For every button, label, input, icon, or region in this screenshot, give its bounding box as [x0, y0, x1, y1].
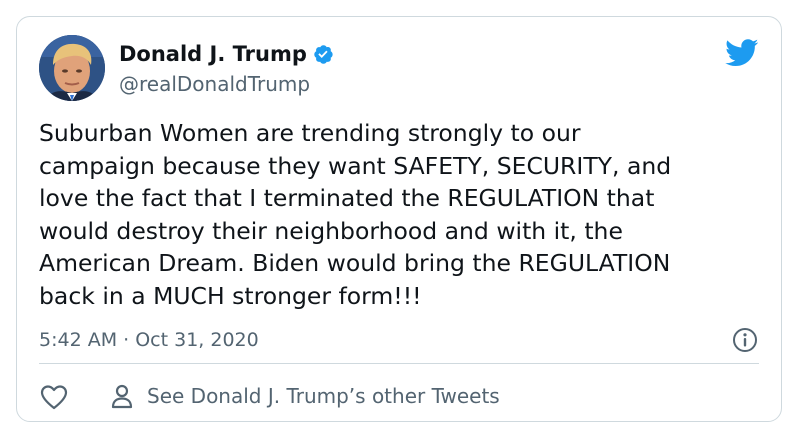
author-handle[interactable]: @realDonaldTrump	[119, 71, 334, 97]
heart-icon[interactable]	[39, 383, 69, 411]
see-other-tweets-link[interactable]: See Donald J. Trump’s other Tweets	[109, 379, 500, 413]
author-name-row: Donald J. Trump	[119, 41, 334, 67]
divider	[39, 363, 759, 364]
person-icon	[109, 382, 135, 410]
twitter-bird-icon[interactable]	[725, 39, 759, 67]
tweet-card: Donald J. Trump @realDonaldTrump Suburba…	[16, 16, 782, 422]
tweet-timestamp[interactable]: 5:42 AM · Oct 31, 2020	[39, 327, 259, 353]
verified-badge-icon	[312, 43, 334, 65]
author-name[interactable]: Donald J. Trump	[119, 41, 307, 67]
info-icon[interactable]	[731, 326, 759, 354]
avatar[interactable]	[39, 35, 105, 101]
profile-photo	[39, 35, 105, 101]
tweet-text: Suburban Women are trending strongly to …	[39, 119, 672, 310]
see-other-tweets-label: See Donald J. Trump’s other Tweets	[147, 384, 500, 408]
author-block: Donald J. Trump @realDonaldTrump	[119, 41, 334, 97]
